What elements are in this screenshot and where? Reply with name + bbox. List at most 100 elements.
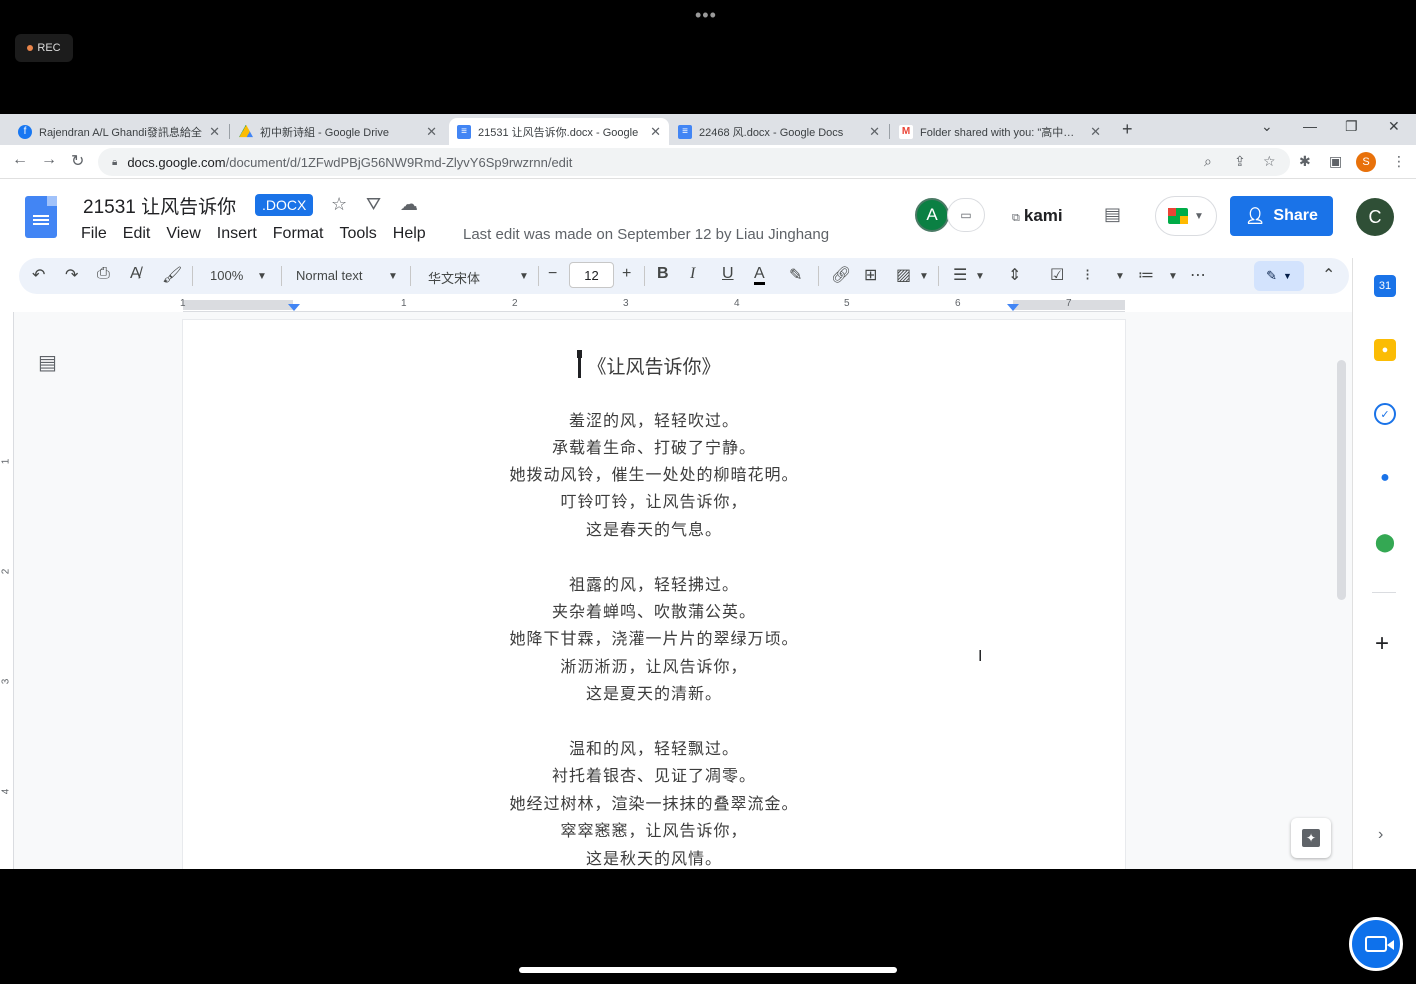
text-color-icon[interactable]: A — [754, 265, 765, 285]
poem-line[interactable]: 这是夏天的清新。 — [183, 680, 1125, 704]
side-panel-icon[interactable]: ▣ — [1329, 153, 1342, 170]
insert-link-icon[interactable]: 🔗︎ — [831, 265, 851, 285]
share-button[interactable]: 👤︎ Share — [1230, 196, 1333, 236]
tab-google-drive[interactable]: 初中新诗組 - Google Drive ✕ — [231, 118, 445, 145]
document-outline-icon[interactable]: ▤ — [38, 350, 57, 375]
poem-line[interactable]: 她降下甘霖，浇灌一片片的翠绿万顷。 — [183, 625, 1125, 649]
line-spacing-icon[interactable]: ⇕ — [1008, 265, 1021, 285]
tab-document-2[interactable]: ≡ 22468 风.docx - Google Docs ✕ — [670, 118, 888, 145]
poem-line[interactable]: 衬托着银杏、见证了凋零。 — [183, 762, 1125, 786]
close-icon[interactable]: ✕ — [426, 124, 437, 140]
document-title[interactable]: 21531 让风告诉你 — [83, 192, 236, 219]
minimize-button[interactable]: — — [1303, 118, 1317, 134]
style-select[interactable]: Normal text — [296, 268, 362, 283]
kami-button[interactable]: ⧉ kami — [1012, 206, 1063, 226]
spellcheck-icon[interactable]: A̸ — [130, 265, 141, 283]
poem-line[interactable]: 她拨动风铃，催生一处处的柳暗花明。 — [183, 461, 1125, 485]
add-addon-icon[interactable]: + — [1375, 630, 1389, 658]
tab-search-icon[interactable]: ⌄ — [1261, 118, 1273, 135]
poem-line[interactable]: 淅沥淅沥，让风告诉你， — [183, 653, 1125, 677]
right-indent-marker[interactable] — [1007, 304, 1019, 311]
multitasking-dots-icon[interactable]: ••• — [695, 6, 717, 24]
underline-icon[interactable]: U — [722, 265, 734, 283]
zoom-select[interactable]: 100% — [210, 268, 243, 283]
tab-gmail[interactable]: M Folder shared with you: "高中新诗 ✕ — [891, 118, 1109, 145]
poem-line[interactable]: 叮铃叮铃，让风告诉你， — [183, 488, 1125, 512]
poem-line[interactable]: 温和的风，轻轻飘过。 — [183, 735, 1125, 759]
insert-image-icon[interactable]: ▨ — [896, 265, 911, 285]
more-options-icon[interactable]: ⋯ — [1190, 265, 1206, 285]
zoom-video-button[interactable] — [1349, 917, 1403, 971]
tab-facebook[interactable]: f Rajendran A/L Ghandi發訊息給全 ✕ — [10, 118, 228, 145]
chevron-right-icon[interactable]: › — [1378, 826, 1383, 844]
menu-help[interactable]: Help — [393, 225, 426, 243]
docs-logo-icon[interactable] — [25, 196, 57, 238]
tasks-icon[interactable]: ✓ — [1374, 403, 1396, 425]
editing-mode-button[interactable]: ✎ ▼ — [1254, 261, 1304, 291]
extensions-icon[interactable]: ✱ — [1299, 153, 1311, 170]
menu-format[interactable]: Format — [273, 225, 324, 243]
contacts-icon[interactable]: ● — [1374, 467, 1396, 489]
zoom-icon[interactable]: ⌕ — [1204, 153, 1212, 170]
last-edit-link[interactable]: Last edit was made on September 12 by Li… — [463, 226, 829, 243]
restore-button[interactable]: ❐ — [1345, 118, 1358, 135]
add-comment-icon[interactable]: ⊞ — [864, 265, 877, 285]
poem-line[interactable]: 承载着生命、打破了宁静。 — [183, 434, 1125, 458]
new-tab-button[interactable]: + — [1122, 119, 1133, 140]
star-icon[interactable]: ☆ — [331, 194, 347, 215]
vertical-scrollbar[interactable] — [1337, 360, 1346, 600]
redo-icon[interactable]: ↷ — [65, 265, 78, 285]
browser-menu-icon[interactable]: ⋮ — [1392, 153, 1406, 170]
poem-line[interactable]: 羞涩的风，轻轻吹过。 — [183, 407, 1125, 431]
address-input[interactable]: 🔒︎ docs.google.com/document/d/1ZFwdPBjG5… — [98, 148, 1290, 176]
meet-button[interactable]: ▼ — [1155, 196, 1217, 236]
poem-title[interactable]: 《让风告诉你》 — [183, 352, 1125, 379]
font-select[interactable]: 华文宋体 — [428, 268, 480, 287]
home-indicator[interactable] — [519, 967, 897, 973]
menu-view[interactable]: View — [166, 225, 200, 243]
menu-edit[interactable]: Edit — [123, 225, 151, 243]
undo-icon[interactable]: ↶ — [32, 265, 45, 285]
poem-line[interactable]: 她经过树林，渲染一抹抹的叠翠流金。 — [183, 790, 1125, 814]
share-page-icon[interactable]: ⇪ — [1234, 153, 1246, 170]
bulleted-list-icon[interactable]: ⁝ — [1085, 265, 1090, 285]
collaborator-avatar[interactable]: A — [915, 198, 949, 232]
bookmark-star-icon[interactable]: ☆ — [1263, 153, 1276, 170]
close-icon[interactable]: ✕ — [1090, 124, 1101, 140]
poem-line[interactable]: 这是秋天的风情。 — [183, 845, 1125, 869]
chat-icon[interactable]: ▭ — [947, 198, 985, 232]
paint-format-icon[interactable]: 🖌︎ — [162, 265, 182, 285]
italic-icon[interactable]: I — [690, 265, 695, 283]
highlight-color-icon[interactable]: ✎ — [789, 265, 802, 285]
tab-active-document[interactable]: ≡ 21531 让风告诉你.docx - Google ✕ — [449, 118, 669, 145]
poem-line[interactable]: 窣窣窸窸，让风告诉你， — [183, 817, 1125, 841]
left-indent-marker[interactable] — [288, 304, 300, 311]
align-icon[interactable]: ☰ — [953, 265, 967, 285]
explore-button[interactable]: ✦ — [1291, 818, 1331, 858]
close-icon[interactable]: ✕ — [869, 124, 880, 140]
menu-file[interactable]: File — [81, 225, 107, 243]
hide-menus-icon[interactable]: ⌃ — [1322, 265, 1335, 285]
back-icon[interactable]: ← — [12, 151, 28, 169]
forward-icon[interactable]: → — [41, 151, 57, 169]
move-to-drive-icon[interactable]: ⛛ — [366, 194, 381, 215]
print-icon[interactable]: ⎙ — [97, 265, 110, 283]
keep-icon[interactable]: ● — [1374, 339, 1396, 361]
close-icon[interactable]: ✕ — [650, 124, 661, 140]
decrease-font-size-icon[interactable]: − — [548, 265, 557, 283]
comment-history-icon[interactable]: ▤ — [1104, 204, 1121, 225]
menu-tools[interactable]: Tools — [339, 225, 376, 243]
poem-line[interactable]: 祖露的风，轻轻拂过。 — [183, 571, 1125, 595]
profile-avatar[interactable]: S — [1356, 152, 1376, 172]
account-avatar[interactable]: C — [1356, 198, 1394, 236]
poem-line[interactable]: 夹杂着蝉鸣、吹散蒲公英。 — [183, 598, 1125, 622]
reload-icon[interactable]: ↻ — [71, 151, 84, 171]
poem-line[interactable]: 这是春天的气息。 — [183, 516, 1125, 540]
checklist-icon[interactable]: ☑ — [1050, 265, 1064, 285]
numbered-list-icon[interactable]: ≔ — [1138, 265, 1154, 285]
menu-insert[interactable]: Insert — [217, 225, 257, 243]
maps-icon[interactable]: ⬤ — [1374, 531, 1396, 553]
increase-font-size-icon[interactable]: + — [622, 265, 631, 283]
font-size-input[interactable]: 12 — [569, 262, 614, 288]
close-window-button[interactable]: ✕ — [1388, 118, 1400, 135]
